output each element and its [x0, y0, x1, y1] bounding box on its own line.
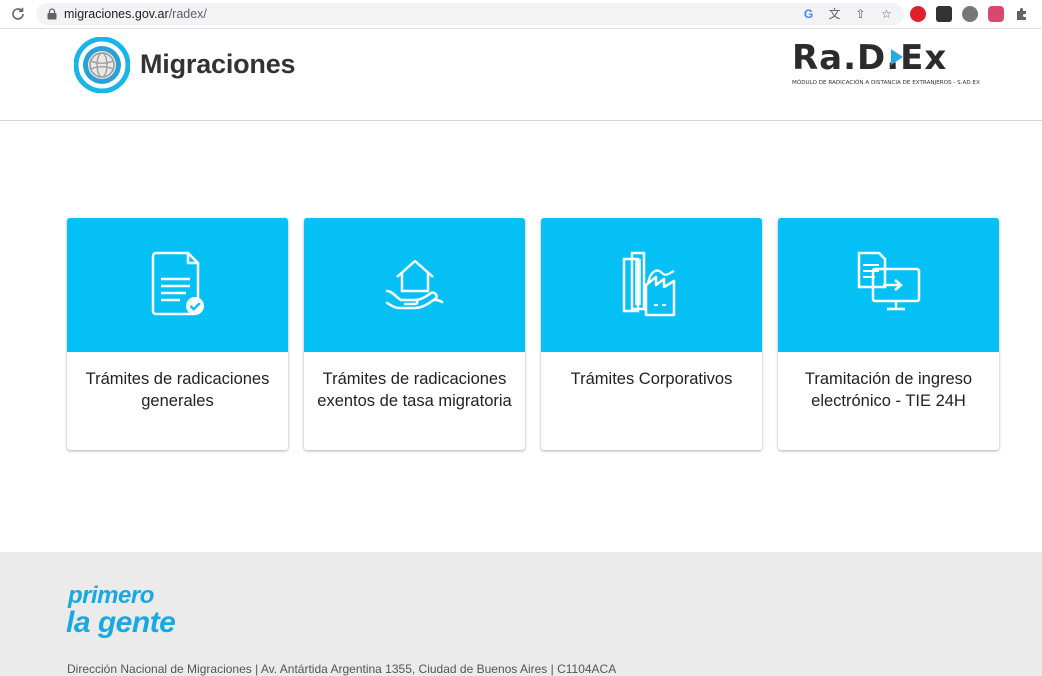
card-tramites-corporativos[interactable]: Trámites Corporativos: [541, 218, 762, 450]
share-icon[interactable]: ⇧: [853, 7, 868, 22]
card-tie-24h[interactable]: Tramitación de ingreso electrónico - TIE…: [778, 218, 999, 450]
extension-red-icon[interactable]: [910, 6, 926, 22]
procedure-cards: Trámites de radicaciones generales Trámi…: [67, 218, 999, 450]
migraciones-logo-icon[interactable]: [74, 37, 130, 93]
primero-la-gente-logo: primero la gente: [66, 582, 176, 639]
translate-icon[interactable]: 文: [827, 7, 842, 22]
extension-instagram-icon[interactable]: [988, 6, 1004, 22]
site-header: Migraciones Ra.D.Ex MÓDULO DE RADICACIÓN…: [0, 29, 1042, 121]
document-monitor-icon: [857, 251, 920, 311]
buildings-icon: [622, 251, 675, 317]
address-bar[interactable]: migraciones.gov.ar/radex/ G 文 ⇧ ☆: [36, 3, 904, 25]
browser-toolbar: migraciones.gov.ar/radex/ G 文 ⇧ ☆: [0, 0, 1042, 29]
reload-icon[interactable]: [10, 6, 26, 22]
card-label: Tramitación de ingreso electrónico - TIE…: [804, 370, 973, 410]
bookmark-star-icon[interactable]: ☆: [879, 7, 894, 22]
extension-grey-icon[interactable]: [962, 6, 978, 22]
extension-dark-icon[interactable]: [936, 6, 952, 22]
card-radicaciones-exentos[interactable]: Trámites de radicaciones exentos de tasa…: [304, 218, 525, 450]
logo-text[interactable]: Migraciones: [140, 49, 296, 80]
footer-address: Dirección Nacional de Migraciones | Av. …: [67, 662, 617, 676]
puzzle-icon[interactable]: [1014, 6, 1030, 22]
house-hand-icon: [385, 259, 443, 310]
url-text: migraciones.gov.ar/radex/: [64, 7, 207, 21]
card-label: Trámites Corporativos: [570, 370, 733, 388]
document-check-icon: [151, 251, 204, 316]
card-label: Trámites de radicaciones generales: [85, 370, 270, 410]
card-radicaciones-generales[interactable]: Trámites de radicaciones generales: [67, 218, 288, 450]
footer: primero la gente Dirección Nacional de M…: [0, 552, 1042, 676]
google-icon[interactable]: G: [801, 7, 816, 22]
card-label: Trámites de radicaciones exentos de tasa…: [317, 370, 512, 410]
svg-text:Ra.D.Ex: Ra.D.Ex: [792, 39, 947, 78]
lock-icon: [47, 8, 57, 20]
radex-logo: Ra.D.Ex MÓDULO DE RADICACIÓN A DISTANCIA…: [792, 39, 980, 86]
svg-text:MÓDULO DE RADICACIÓN A DISTANC: MÓDULO DE RADICACIÓN A DISTANCIA DE EXTR…: [792, 79, 980, 86]
